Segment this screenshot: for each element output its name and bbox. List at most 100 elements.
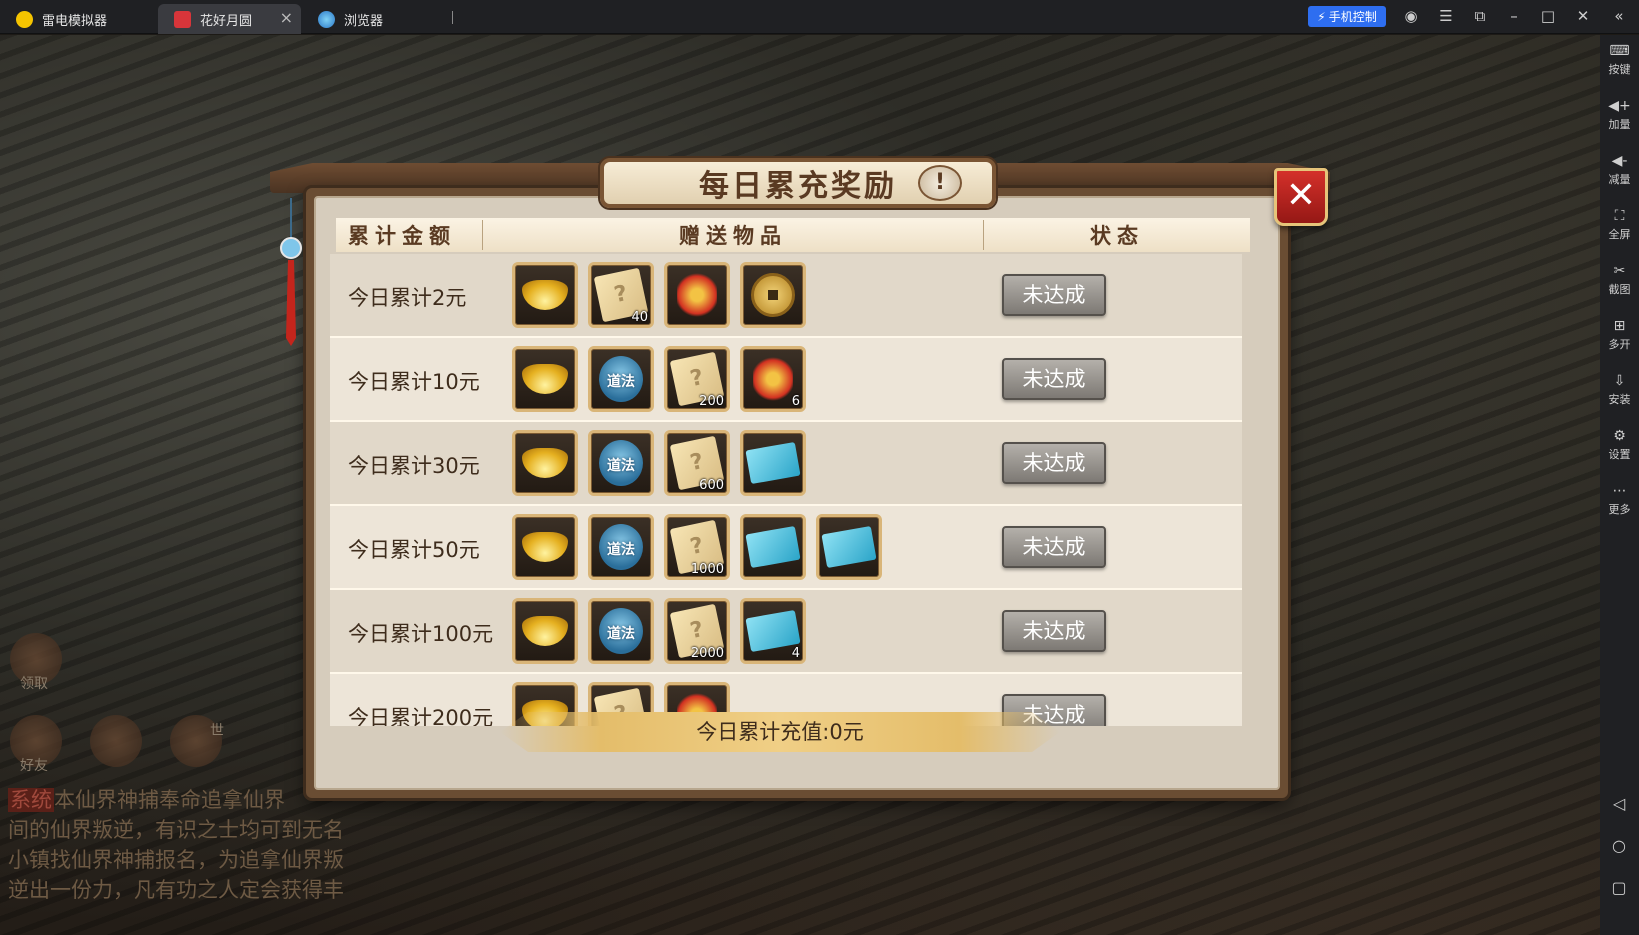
column-items: 赠送物品 <box>679 224 787 248</box>
firecracker-icon <box>677 271 717 319</box>
reward-threshold-label: 今日累计50元 <box>348 538 480 562</box>
status-not-reached-button[interactable]: 未达成 <box>1002 358 1106 400</box>
daofa-gourd-icon: 道法 <box>599 608 643 654</box>
minimize-icon[interactable]: – <box>1505 7 1523 25</box>
scissors-icon: ✂ <box>1613 263 1626 279</box>
chat-bubble-icon[interactable] <box>90 715 142 767</box>
menu-icon[interactable]: ☰ <box>1437 7 1455 25</box>
collapse-sidebar-icon[interactable]: « <box>1610 7 1628 25</box>
sidebar-item-scissors[interactable]: ✂ 截图 <box>1600 263 1639 297</box>
close-dialog-button[interactable]: ✕ <box>1274 168 1328 226</box>
sidebar-item-more[interactable]: ⋯ 更多 <box>1600 483 1639 517</box>
gold-ingot-icon <box>522 448 568 478</box>
sidebar-item-label: 减量 <box>1608 173 1631 186</box>
sidebar-item-install-apk[interactable]: ⇩ 安装 <box>1600 373 1639 407</box>
tab-label: 雷电模拟器 <box>42 13 108 29</box>
reward-item-slot[interactable] <box>740 514 806 580</box>
reward-items: 道法 ? 600 <box>512 430 806 496</box>
sidebar-item-volume-down[interactable]: ◀- 减量 <box>1600 153 1639 187</box>
world-channel-label: 世 <box>210 723 224 739</box>
copper-coin-icon <box>751 273 795 317</box>
sidebar-item-label: 安装 <box>1608 393 1631 406</box>
reward-item-slot[interactable]: 道法 <box>588 430 654 496</box>
reward-item-slot[interactable] <box>512 262 578 328</box>
blue-gift-icon <box>745 441 801 485</box>
status-not-reached-button[interactable]: 未达成 <box>1002 610 1106 652</box>
back-nav-icon[interactable]: ◁ <box>1610 795 1628 813</box>
gold-ingot-icon <box>522 616 568 646</box>
reward-items: 道法 ? 200 6 <box>512 346 806 412</box>
tab-game[interactable]: 花好月圆 × <box>158 4 301 34</box>
reward-item-slot[interactable] <box>512 598 578 664</box>
friends-label: 好友 <box>20 758 48 774</box>
reward-row: 今日累计30元 道法 ? 600 未达成 <box>330 422 1242 506</box>
status-not-reached-button[interactable]: 未达成 <box>1002 274 1106 316</box>
emulator-logo-icon <box>16 10 33 28</box>
reward-item-slot[interactable]: 4 <box>740 598 806 664</box>
reward-item-slot[interactable]: 6 <box>740 346 806 412</box>
reward-item-slot[interactable] <box>512 514 578 580</box>
reward-item-slot[interactable] <box>512 346 578 412</box>
reward-item-slot[interactable]: ? 40 <box>588 262 654 328</box>
account-icon[interactable]: ◉ <box>1402 7 1420 25</box>
reward-items: 道法 ? 2000 4 <box>512 598 806 664</box>
reward-row: 今日累计50元 道法 ? 1000 未达成 <box>330 506 1242 590</box>
item-count: 600 <box>699 478 724 493</box>
chat-line: 小镇找仙界神捕报名，为追拿仙界叛 <box>8 848 344 872</box>
reward-item-slot[interactable] <box>664 262 730 328</box>
reward-item-slot[interactable]: 道法 <box>588 346 654 412</box>
tab-emulator[interactable]: 雷电模拟器 <box>0 4 156 34</box>
sidebar-item-volume-up[interactable]: ◀+ 加量 <box>1600 98 1639 132</box>
reward-item-slot[interactable] <box>512 430 578 496</box>
reward-item-slot[interactable]: ? 1000 <box>664 514 730 580</box>
sidebar-item-settings[interactable]: ⚙ 设置 <box>1600 428 1639 462</box>
home-nav-icon[interactable]: ○ <box>1610 837 1628 855</box>
reward-threshold-label: 今日累计30元 <box>348 454 480 478</box>
system-chat-log: 系统本仙界神捕奉命追拿仙界 间的仙界叛逆，有识之士均可到无名 小镇找仙界神捕报名… <box>8 785 388 905</box>
reward-item-slot[interactable]: ? 2000 <box>664 598 730 664</box>
sidebar-item-label: 截图 <box>1608 283 1631 296</box>
volume-down-icon: ◀- <box>1611 153 1628 169</box>
reward-threshold-label: 今日累计100元 <box>348 622 494 646</box>
total-recharge-label: 今日累计充值:0元 <box>696 720 864 744</box>
popout-icon[interactable]: ⧉ <box>1471 7 1489 25</box>
close-tab-icon[interactable]: × <box>280 10 293 26</box>
close-window-icon[interactable]: ✕ <box>1574 7 1592 25</box>
chat-line: 逆出一份力，凡有功之人定会获得丰 <box>8 878 344 902</box>
reward-item-slot[interactable] <box>816 514 882 580</box>
reward-item-slot[interactable]: ? 200 <box>664 346 730 412</box>
more-icon: ⋯ <box>1612 483 1627 499</box>
status-not-reached-button[interactable]: 未达成 <box>1002 442 1106 484</box>
daofa-gourd-icon: 道法 <box>599 440 643 486</box>
phone-control-button[interactable]: ⚡ 手机控制 <box>1308 6 1386 27</box>
volume-up-icon: ◀+ <box>1608 98 1631 114</box>
reward-item-slot[interactable]: 道法 <box>588 514 654 580</box>
maximize-icon[interactable]: □ <box>1539 7 1557 25</box>
tab-divider <box>452 11 453 24</box>
sidebar-item-label: 设置 <box>1608 448 1631 461</box>
reward-item-slot[interactable] <box>740 430 806 496</box>
blue-gift-icon <box>821 525 877 569</box>
reward-row: 今日累计2元 ? 40 未达成 <box>330 254 1242 338</box>
info-button[interactable]: ! <box>918 165 962 201</box>
tab-browser[interactable]: 浏览器 <box>302 4 452 34</box>
reward-item-slot[interactable] <box>740 262 806 328</box>
item-count: 40 <box>631 310 648 325</box>
sidebar-item-label: 加量 <box>1608 118 1631 131</box>
recents-nav-icon[interactable]: ▢ <box>1610 879 1628 897</box>
chat-line: 间的仙界叛逆，有识之士均可到无名 <box>8 818 344 842</box>
emulator-sidebar: ⌨ 按键 ◀+ 加量 ◀- 减量 ⛶ 全屏 ✂ 截图 ⊞ 多开 ⇩ 安装 ⚙ 设置 ⋯ 更多 ◁ ○ ▢ <box>1600 35 1639 935</box>
multi-instance-icon: ⊞ <box>1613 318 1626 334</box>
reward-item-slot[interactable]: 道法 <box>588 598 654 664</box>
sidebar-item-fullscreen[interactable]: ⛶ 全屏 <box>1600 208 1639 242</box>
reward-list[interactable]: 今日累计2元? 40 未达成 今日累计10元 道法? 200 6 未达成 今日累计30元 道法? 6… <box>330 254 1242 726</box>
reward-item-slot[interactable]: ? 600 <box>664 430 730 496</box>
install-apk-icon: ⇩ <box>1613 373 1626 389</box>
reward-threshold-label: 今日累计2元 <box>348 286 467 310</box>
status-not-reached-button[interactable]: 未达成 <box>1002 526 1106 568</box>
sidebar-item-label: 更多 <box>1608 503 1631 516</box>
sidebar-item-keyboard[interactable]: ⌨ 按键 <box>1600 43 1639 77</box>
dialog-title: 每日累充奖励 <box>699 169 897 204</box>
column-status: 状态 <box>1090 224 1144 248</box>
sidebar-item-multi-instance[interactable]: ⊞ 多开 <box>1600 318 1639 352</box>
